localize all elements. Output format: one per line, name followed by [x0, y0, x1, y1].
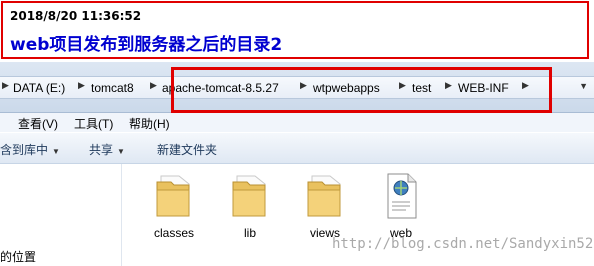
file-item-web[interactable]: web: [366, 172, 436, 240]
folder-icon: [232, 175, 266, 217]
folder-icon: [307, 175, 341, 217]
breadcrumb-web-inf[interactable]: WEB-INF: [458, 81, 509, 95]
command-toolbar: 含到库中 ▼ 共享 ▼ 新建文件夹: [0, 133, 594, 164]
file-name: lib: [243, 226, 256, 240]
include-in-library-label: 含到库中: [0, 143, 49, 157]
xml-file-icon: [387, 173, 417, 219]
chevron-right-icon[interactable]: ▶: [150, 80, 157, 91]
file-item-classes[interactable]: classes: [139, 172, 209, 240]
share-label: 共享: [89, 143, 114, 157]
share-button[interactable]: 共享 ▼: [89, 141, 125, 158]
chevron-right-icon[interactable]: ▶: [2, 80, 9, 91]
menu-bar: 查看(V) 工具(T) 帮助(H): [0, 113, 594, 132]
watermark-text: http://blog.csdn.net/Sandyxin5208: [332, 236, 594, 252]
chevron-right-icon[interactable]: ▶: [445, 80, 452, 91]
navigation-pane: 的位置: [0, 164, 122, 266]
menu-view[interactable]: 查看(V): [18, 115, 58, 132]
chevron-right-icon[interactable]: ▶: [399, 80, 406, 91]
address-field[interactable]: ▶ DATA (E:) ▶ tomcat8 ▶ apache-tomcat-8.…: [0, 76, 594, 99]
new-folder-button[interactable]: 新建文件夹: [157, 141, 217, 158]
chevron-down-icon: ▼: [117, 147, 125, 156]
annotation-title: web项目发布到服务器之后的目录2: [10, 35, 283, 55]
folder-icon: [156, 175, 190, 217]
chevron-right-icon[interactable]: ▶: [78, 80, 85, 91]
file-item-views[interactable]: views: [290, 172, 360, 240]
chevron-down-icon: ▼: [52, 147, 60, 156]
include-in-library-button[interactable]: 含到库中 ▼: [0, 141, 60, 158]
breadcrumb-apache-tomcat[interactable]: apache-tomcat-8.5.27: [162, 81, 279, 95]
chevron-right-icon[interactable]: ▶: [522, 80, 529, 91]
breadcrumb-tomcat8[interactable]: tomcat8: [91, 81, 134, 95]
menu-help[interactable]: 帮助(H): [129, 115, 170, 132]
chevron-right-icon[interactable]: ▶: [300, 80, 307, 91]
file-item-lib[interactable]: lib: [215, 172, 285, 240]
breadcrumb-test[interactable]: test: [412, 81, 431, 95]
menu-tools[interactable]: 工具(T): [74, 115, 113, 132]
address-dropdown-icon[interactable]: ▼: [579, 81, 588, 91]
nav-item-locations[interactable]: 的位置: [0, 248, 36, 265]
breadcrumb-drive[interactable]: DATA (E:): [13, 81, 65, 95]
annotation-datetime: 2018/8/20 11:36:52: [10, 9, 142, 23]
annotation-box: 2018/8/20 11:36:52 web项目发布到服务器之后的目录2: [1, 1, 589, 59]
breadcrumb-wtpwebapps[interactable]: wtpwebapps: [313, 81, 380, 95]
address-bar: ▶ DATA (E:) ▶ tomcat8 ▶ apache-tomcat-8.…: [0, 62, 594, 113]
file-name: classes: [153, 226, 194, 240]
